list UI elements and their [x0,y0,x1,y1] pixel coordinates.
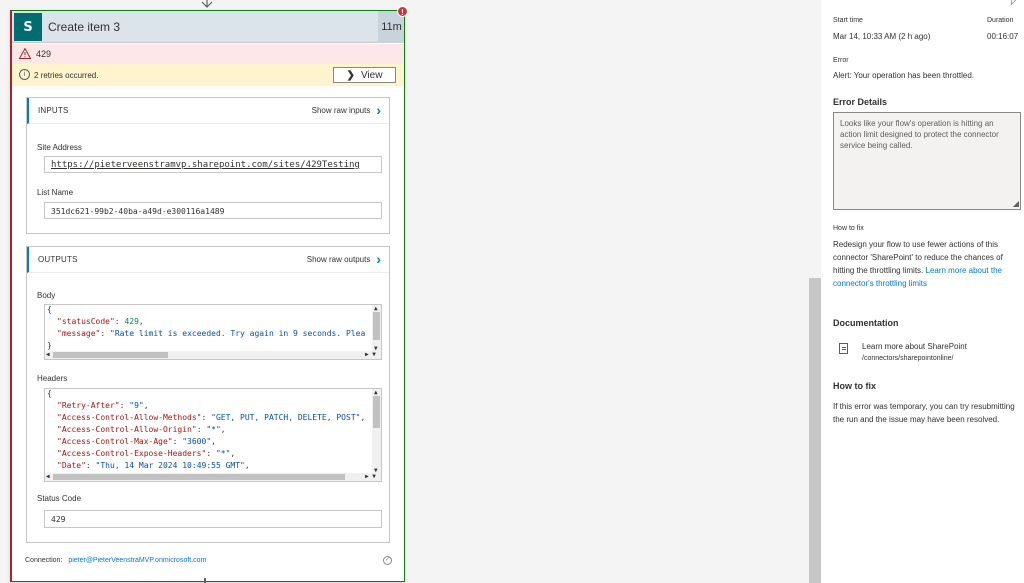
site-address-field[interactable]: https://pieterveenstramvp.sharepoint.com… [44,156,382,173]
sharepoint-docs-link[interactable]: Learn more about SharePoint [862,340,967,353]
error-details-textarea[interactable]: Looks like your flow's operation is hitt… [833,112,1021,210]
code-line: { [47,305,52,314]
code-line: "message": "Rate limit is exceeded. Try … [57,329,366,338]
sharepoint-icon: S [14,13,42,41]
chevron-right-icon: › [376,102,381,118]
info-icon: i [19,69,30,80]
outputs-section: OUTPUTS Show raw outputs › Body } "messag… [26,246,390,543]
details-scroll-thumb[interactable] [809,278,821,583]
status-code-field[interactable]: 429 [44,510,382,528]
connection-label: Connection: [25,557,63,564]
inputs-header[interactable]: INPUTS Show raw inputs › [27,98,389,124]
list-name-label: List Name [37,188,74,197]
how-to-fix-body: If this error was temporary, you can try… [833,402,1015,424]
duration-label: Duration [987,17,1014,24]
headers-code-view[interactable]: "Date": "Thu, 14 Mar 2024 10:49:55 GMT",… [44,388,382,482]
show-raw-inputs-link[interactable]: Show raw inputs › [312,103,381,117]
code-line: { [47,389,52,398]
retries-text: 2 retries occurred. [34,71,99,80]
document-icon [839,343,848,354]
list-name-field[interactable]: 351dc621-99b2-40ba-a49d-e300116a1489 [44,202,382,219]
documentation-heading: Documentation [833,318,899,328]
action-title: Create item 3 [48,20,121,34]
body-vertical-scrollbar[interactable]: ▲ ▼ [372,305,381,353]
connection-info: Connection: pieter@PieterVeenstraMVP.onm… [25,557,206,564]
how-to-fix-label: How to fix [833,225,864,232]
body-label: Body [37,291,56,300]
headers-label: Headers [37,374,68,383]
duration-value: 00:16:07 [987,32,1019,41]
connector-line [204,578,206,583]
show-raw-inputs-label: Show raw inputs [311,105,371,115]
code-line: "Access-Control-Allow-Methods": "GET, PU… [57,413,366,422]
error-value: Alert: Your operation has been throttled… [833,71,974,80]
error-label: Error [833,57,849,64]
show-raw-outputs-link[interactable]: Show raw outputs › [307,252,381,266]
outputs-title: OUTPUTS [38,255,78,264]
error-badge: ! [397,6,408,17]
show-raw-outputs-label: Show raw outputs [306,254,371,264]
outputs-header[interactable]: OUTPUTS Show raw outputs › [27,247,389,273]
headers-vertical-scrollbar[interactable]: ▲ ▼ [372,389,381,475]
view-button-label: View [360,69,383,81]
retries-banner: i 2 retries occurred. ❯ View [12,64,404,86]
inputs-section: INPUTS Show raw inputs › Site Address ht… [26,97,390,234]
resize-grip-icon[interactable]: ◢ [1013,200,1019,208]
body-horizontal-scrollbar[interactable]: ◀ ▶ ▼ [45,351,381,359]
collapse-icon[interactable]: ◸ [1011,0,1018,7]
warning-icon [19,48,31,59]
code-line: "Access-Control-Expose-Headers": "*", [57,449,236,458]
error-details-pane: Start time Duration Mar 14, 10:33 AM (2 … [821,0,1024,583]
code-line: "Access-Control-Allow-Origin": "*", [57,425,226,434]
connection-account[interactable]: pieter@PieterVeenstraMVP.onmicrosoft.com [68,557,206,564]
check-circle-icon: ✓ [383,556,392,565]
status-code-label: Status Code [37,494,82,503]
code-line: "Access-Control-Max-Age": "3600", [57,437,216,446]
site-address-label: Site Address [37,143,82,152]
code-line: "Date": "Thu, 14 Mar 2024 10:49:55 GMT", [57,461,250,470]
start-time-label: Start time [833,17,863,24]
inputs-title: INPUTS [38,106,69,115]
headers-horizontal-scrollbar[interactable]: ◀ ▶ ▼ [45,473,381,481]
chevron-right-icon: › [376,251,381,267]
error-banner: 429 [12,44,404,64]
code-line: "statusCode": 429, [57,317,144,326]
view-retries-button[interactable]: ❯ View [333,67,396,83]
create-item-action-card[interactable]: S Create item 3 11m 429 i 2 retries occu… [10,10,405,582]
action-header[interactable]: S Create item 3 11m [12,11,404,43]
error-details-text: Looks like your flow's operation is hitt… [840,119,999,150]
error-code: 429 [36,49,52,59]
how-to-fix-heading: How to fix [833,381,876,391]
body-code-view[interactable]: } "message": "Rate limit is exceeded. Try… [44,304,382,360]
error-details-heading: Error Details [833,97,888,107]
chevron-right-icon: ❯ [346,69,355,81]
sharepoint-docs-path: /connectors/sharepointonline/ [862,355,954,362]
code-line: "Retry-After": "9", [57,401,149,410]
arrow-down-icon [200,0,214,10]
start-time-value: Mar 14, 10:33 AM (2 h ago) [833,32,931,41]
code-line: } [47,341,52,350]
how-to-fix-text-block: Redesign your flow to use fewer actions … [833,238,1021,290]
